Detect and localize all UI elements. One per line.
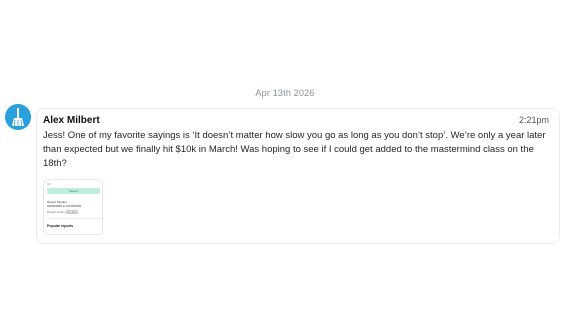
thumbnail-divider: [44, 218, 102, 219]
message-body: Jess! One of my favorite sayings is ‘It …: [43, 130, 546, 169]
thumbnail-top-text: All: [47, 182, 51, 186]
message-author[interactable]: Alex Milbert: [43, 115, 100, 126]
thumbnail-popular-reports: Popular reports: [47, 224, 74, 228]
date-separator: Apr 13th 2026: [255, 88, 315, 98]
thumbnail-search-bar: Search: [47, 188, 100, 194]
attachment-thumbnail[interactable]: All Search Report Section 03/09/2026 to …: [43, 179, 103, 235]
message-card: Alex Milbert 2:21pm Jess! One of my favo…: [36, 108, 560, 244]
broom-icon: [5, 104, 31, 130]
thumbnail-line: 03/09/2026 to 03/15/2026: [47, 204, 82, 208]
avatar[interactable]: [5, 104, 31, 130]
thumbnail-line: Report status: [47, 210, 65, 214]
message-timestamp: 2:21pm: [518, 115, 549, 125]
thumbnail-chip: Pending: [66, 209, 78, 214]
